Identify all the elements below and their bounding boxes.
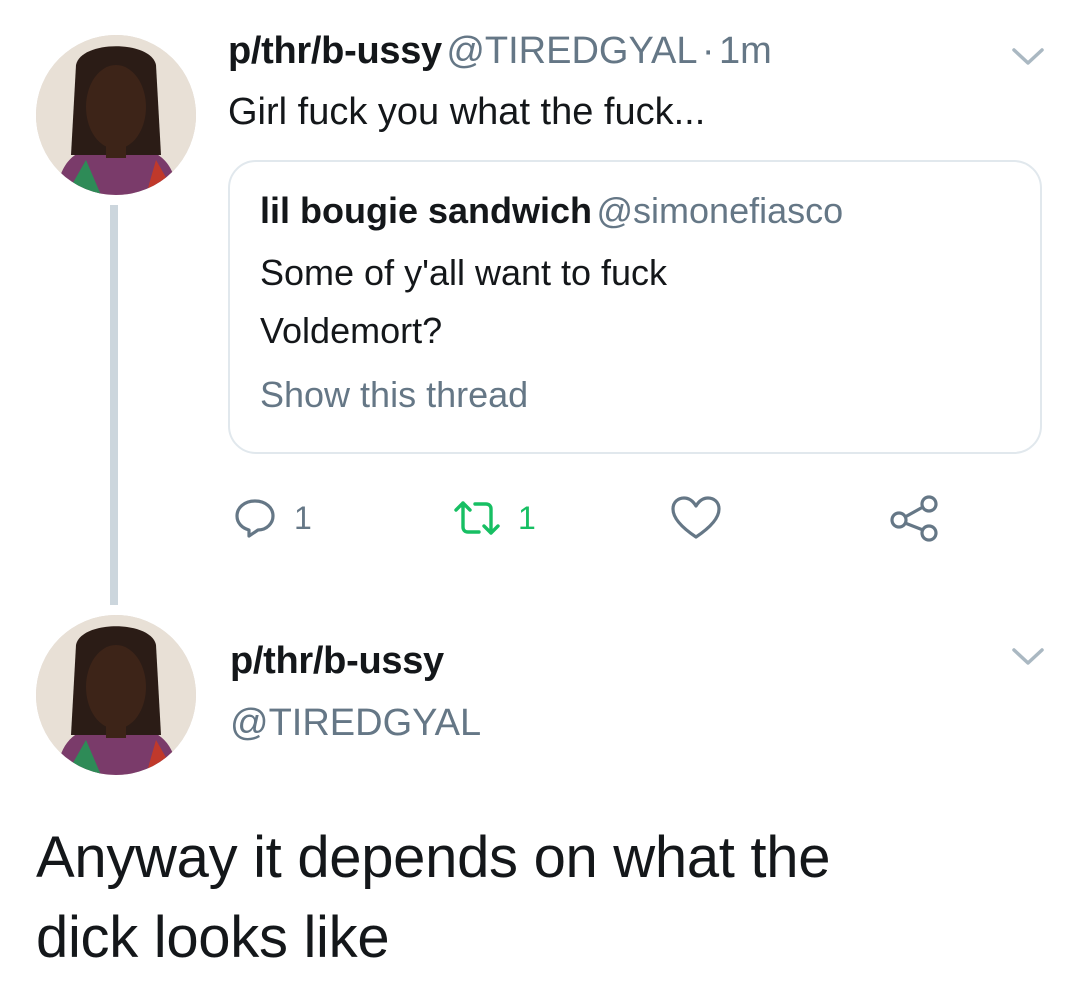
retweet-icon [454,501,500,535]
quoted-tweet-card[interactable]: lil bougie sandwich @simonefiasco Some o… [228,160,1042,454]
avatar-photo [36,615,196,775]
tweet-text-line: dick looks like [36,905,390,970]
show-this-thread-link[interactable]: Show this thread [260,374,528,416]
reply-icon [235,499,275,538]
thread-connector-line [110,205,118,605]
tweet-text-line: Anyway it depends on what the [36,825,831,890]
avatar[interactable] [36,615,196,775]
heart-icon [671,496,721,539]
tweet-text: Anyway it depends on what the dick looks… [36,818,830,978]
chevron-down-icon[interactable] [1010,45,1046,69]
reply-count: 1 [294,499,312,536]
quoted-tweet-text: Some of y'all want to fuck Voldemort? [260,244,667,360]
display-name[interactable]: p/thr/b-ussy [228,30,442,72]
quoted-display-name: lil bougie sandwich [260,190,593,231]
separator-dot: · [701,30,715,72]
quoted-user-handle: @simonefiasco [596,190,844,231]
chevron-down-icon[interactable] [1010,645,1046,669]
like-button[interactable] [670,495,722,541]
tweet-header: p/thr/b-ussy @TIREDGYAL · 1m [228,30,772,73]
avatar[interactable] [36,35,196,195]
share-button[interactable] [888,493,940,543]
timestamp[interactable]: 1m [719,30,772,72]
avatar-photo [36,35,196,195]
retweet-button[interactable]: 1 [452,495,536,541]
quoted-text-line: Some of y'all want to fuck [260,252,668,293]
share-icon [890,495,938,542]
user-handle[interactable]: @TIREDGYAL [230,702,481,745]
tweet-text: Girl fuck you what the fuck... [228,91,706,133]
display-name[interactable]: p/thr/b-ussy [230,640,444,683]
user-handle[interactable]: @TIREDGYAL [446,30,697,72]
reply-button[interactable]: 1 [232,495,312,541]
retweet-count: 1 [518,499,536,536]
quoted-tweet-header: lil bougie sandwich @simonefiasco [260,190,843,232]
quoted-text-line: Voldemort? [260,310,443,351]
